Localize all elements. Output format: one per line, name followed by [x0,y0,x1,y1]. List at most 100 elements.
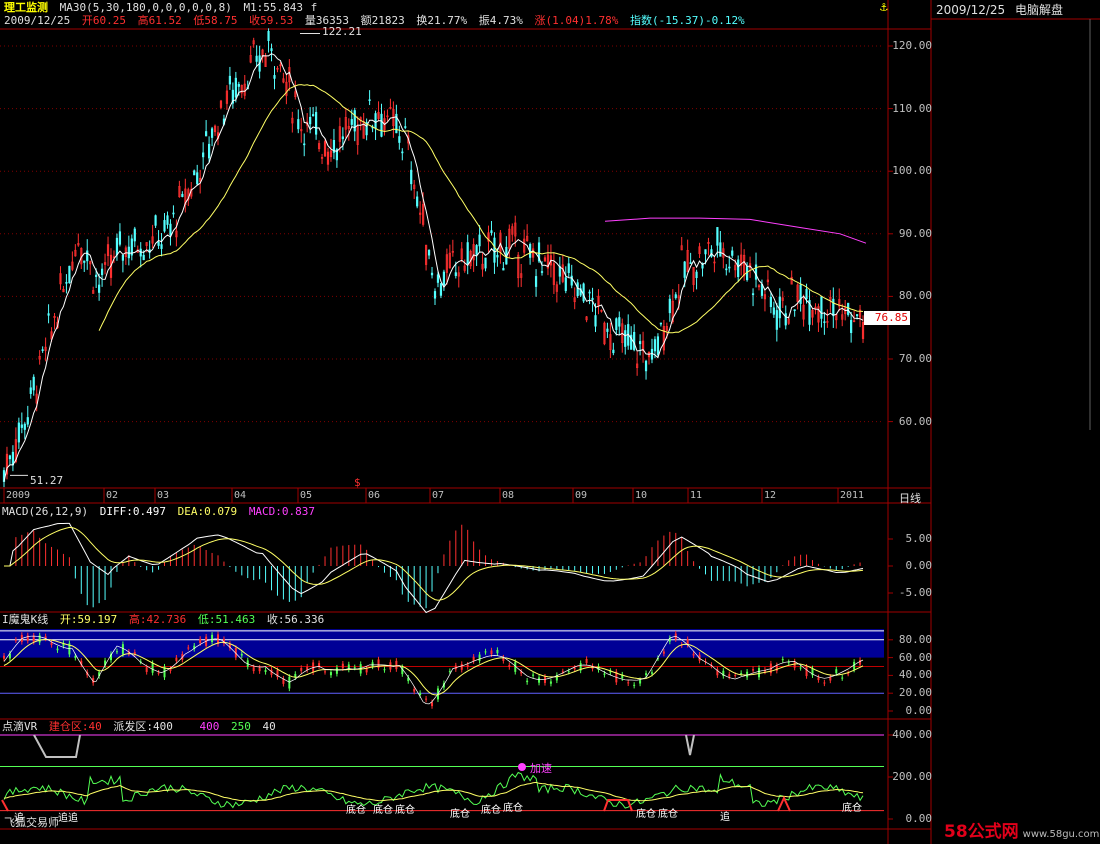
right-panel-date: 2009/12/25 [936,3,1006,17]
watermark-brand: 58公式网 [944,822,1019,842]
kline-body [431,702,434,707]
candle-body [83,260,86,263]
kline-body [341,663,344,669]
candle-body [650,348,654,360]
kline-body [300,667,303,671]
vr-build-marker [1,799,9,812]
candle-body [100,268,104,276]
kline-body [799,667,802,669]
kline-body [543,676,546,683]
quote-index: 指数(-15.37)-0.12% [629,14,745,27]
candle-body [778,296,781,319]
candle-body [181,193,184,197]
candle-body [309,116,312,125]
period-label[interactable]: 日线 [899,490,921,506]
kline-body [151,663,154,673]
ma-params: MA30(5,30,180,0,0,0,0,0,8) [59,1,232,14]
macd-dea: DEA:0.079 [177,505,238,518]
candle-body [350,119,353,125]
quote-close: 收59.53 [249,14,294,27]
kline-body [639,680,642,684]
right-panel-title: 电脑解盘 [1015,3,1064,17]
kline-body [353,667,356,669]
candle-body [133,228,136,242]
kline-body [692,653,695,656]
candle-body [490,230,493,233]
quote-high: 高61.52 [137,14,182,27]
vr-signal-label: 底仓 [481,805,501,816]
price-tick-label: 70.00 [898,352,932,365]
candle-body [823,321,826,323]
macd-header: MACD(26,12,9) DIFF:0.497 DEA:0.079 MACD:… [2,505,320,519]
kline-body [603,673,606,675]
kline-body [847,673,850,675]
candle-body [576,282,579,296]
kline-body [508,665,511,668]
candle-body [157,241,160,246]
candle-body [633,331,636,351]
kline-title: I魔鬼K线 [2,613,49,626]
quote-change: 涨(1.04)1.78% [534,14,619,27]
vr-signal-label: 底仓 [658,809,678,820]
month-label: 07 [432,490,445,501]
kline-body [757,668,760,678]
kline-body [752,669,755,671]
candle-body [728,266,731,269]
kline-body [478,654,481,661]
anchor-icon[interactable]: ⚓ [880,0,888,15]
kline-body [3,655,5,659]
kline-body [329,672,332,676]
candle-body [430,272,434,276]
kline-body [823,682,826,684]
kline-body [50,642,53,645]
footer-label: 飞狐交易师 [4,816,59,829]
kline-body [240,653,243,656]
candle-body [737,259,740,278]
kline-body [258,667,261,672]
candle-body [567,263,570,274]
candle-body [618,317,621,327]
kline-body [472,656,475,662]
ma180-line [604,217,867,244]
candle-body [139,248,142,257]
price-tick-label: 100.00 [892,164,932,178]
kline-body [496,649,499,654]
candle-body [169,223,172,236]
candle-body [751,293,755,296]
macd-tick-label: -5.00 [898,586,932,599]
candle-body [404,126,407,128]
candle-body [731,250,734,256]
kline-body [781,659,784,661]
candle-body [799,284,802,304]
candle-body [172,212,175,215]
vr-signal-label: 底仓 [395,805,415,816]
vr-400: 400 [199,720,220,733]
month-label: 06 [368,490,381,501]
kline-body [585,658,588,663]
right-panel[interactable] [931,0,1100,844]
candle-body [475,245,478,255]
candle-body [704,249,707,255]
month-label: 2011 [840,490,865,501]
vr-exit: 派发区:400 [113,720,173,733]
kline-body [175,657,178,662]
candle-body [341,136,344,140]
candle-body [689,262,692,264]
kline-body [662,651,665,654]
candle-body [534,276,538,287]
candle-body [228,75,232,85]
candle-body [615,318,618,331]
kline-body [74,656,77,658]
candle-body [368,99,371,101]
vr-tick-label: 0.00 [905,812,933,825]
kline-body [288,676,291,689]
kline-header: I魔鬼K线 开:59.197 高:42.736 低:51.463 收:56.33… [2,613,329,627]
month-label: 10 [635,490,648,501]
candle-body [196,172,199,185]
macd-title: MACD(26,12,9) [2,505,89,518]
kline-body [157,672,160,674]
kline-high: 高:42.736 [128,613,187,626]
macd-diff: DIFF:0.497 [99,505,166,518]
kline-body [383,669,386,671]
event-marker[interactable]: $ [354,476,361,489]
